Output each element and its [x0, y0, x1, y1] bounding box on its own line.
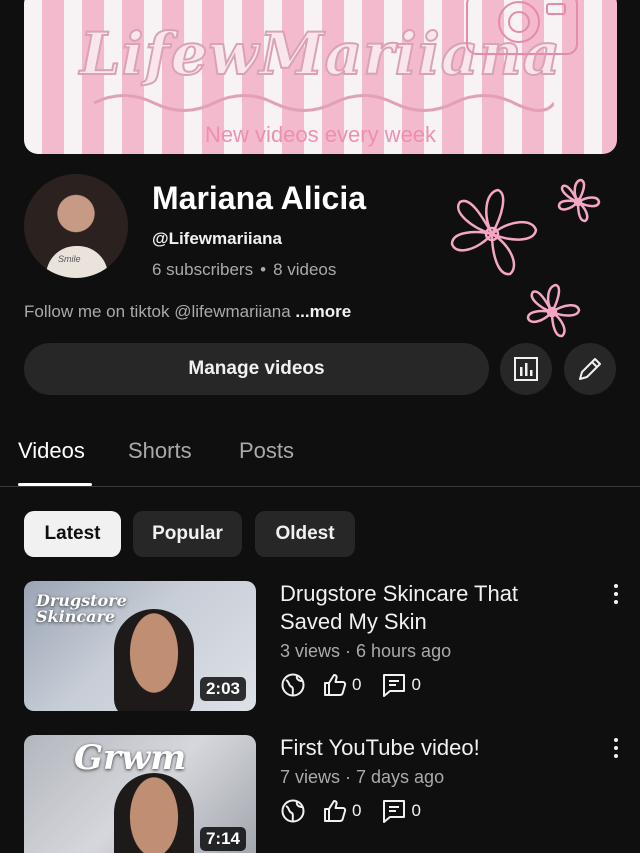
flower-doodles	[450, 178, 601, 338]
comment-count: 0	[411, 801, 421, 820]
channel-name: Mariana Alicia	[152, 180, 367, 216]
video-title[interactable]: First YouTube video!	[280, 734, 580, 762]
avatar-shirt-text: Smile	[58, 254, 81, 264]
analytics-icon	[514, 357, 538, 381]
video-thumbnail[interactable]: Grwm 7:14	[24, 735, 256, 853]
tab-posts[interactable]: Posts	[239, 438, 294, 464]
globe-icon	[281, 799, 305, 823]
video-duration: 2:03	[199, 677, 246, 701]
banner-subtitle: New videos every week	[204, 122, 437, 147]
video-meta: 3 views · 6 hours ago	[280, 641, 452, 661]
video-stats: 0 0	[280, 672, 441, 698]
thumbnail-person	[114, 609, 194, 711]
stats-separator: •	[260, 260, 267, 279]
video-meta: 7 views · 7 days ago	[280, 767, 445, 787]
thumbnail-text: Grwm	[74, 738, 187, 778]
pencil-icon	[579, 358, 601, 380]
thumbs-up-icon	[324, 800, 347, 822]
channel-banner: LifewMariiana New videos every week	[24, 0, 617, 154]
video-duration: 7:14	[199, 827, 246, 851]
like-count: 0	[352, 675, 362, 694]
tab-shorts[interactable]: Shorts	[128, 438, 192, 464]
more-link[interactable]: ...more	[295, 302, 351, 321]
globe-icon	[281, 673, 305, 697]
video-stats: 0 0	[280, 798, 441, 824]
more-options-icon[interactable]	[606, 734, 626, 762]
comment-count: 0	[411, 675, 421, 694]
chip-popular[interactable]: Popular	[133, 511, 242, 557]
channel-handle: @Lifewmariiana	[152, 229, 282, 248]
subscriber-count: 6 subscribers	[152, 260, 254, 279]
banner-wave-decoration	[94, 94, 554, 112]
description-text: Follow me on tiktok @lifewmariiana	[24, 302, 291, 321]
video-count: 8 videos	[273, 260, 337, 279]
manage-videos-button[interactable]: Manage videos	[24, 343, 489, 395]
edit-channel-button[interactable]	[564, 343, 616, 395]
channel-description[interactable]: Follow me on tiktok @lifewmariiana ...mo…	[24, 302, 351, 322]
video-thumbnail[interactable]: Drugstore Skincare 2:03	[24, 581, 256, 711]
thumbnail-person	[114, 773, 194, 853]
channel-stats: 6 subscribers • 8 videos	[152, 260, 336, 280]
channel-tabs: Videos Shorts Posts	[0, 438, 640, 487]
comment-icon	[383, 674, 406, 697]
thumbs-up-icon	[324, 674, 347, 696]
tab-videos[interactable]: Videos	[18, 438, 85, 464]
camera-icon	[466, 0, 578, 55]
chip-latest[interactable]: Latest	[24, 511, 121, 557]
like-count: 0	[352, 801, 362, 820]
video-title[interactable]: Drugstore Skincare That Saved My Skin	[280, 580, 580, 636]
analytics-button[interactable]	[500, 343, 552, 395]
comment-icon	[383, 800, 406, 823]
chip-oldest[interactable]: Oldest	[255, 511, 355, 557]
more-options-icon[interactable]	[606, 580, 626, 608]
active-tab-indicator	[18, 483, 92, 486]
avatar[interactable]: Smile	[24, 174, 128, 278]
